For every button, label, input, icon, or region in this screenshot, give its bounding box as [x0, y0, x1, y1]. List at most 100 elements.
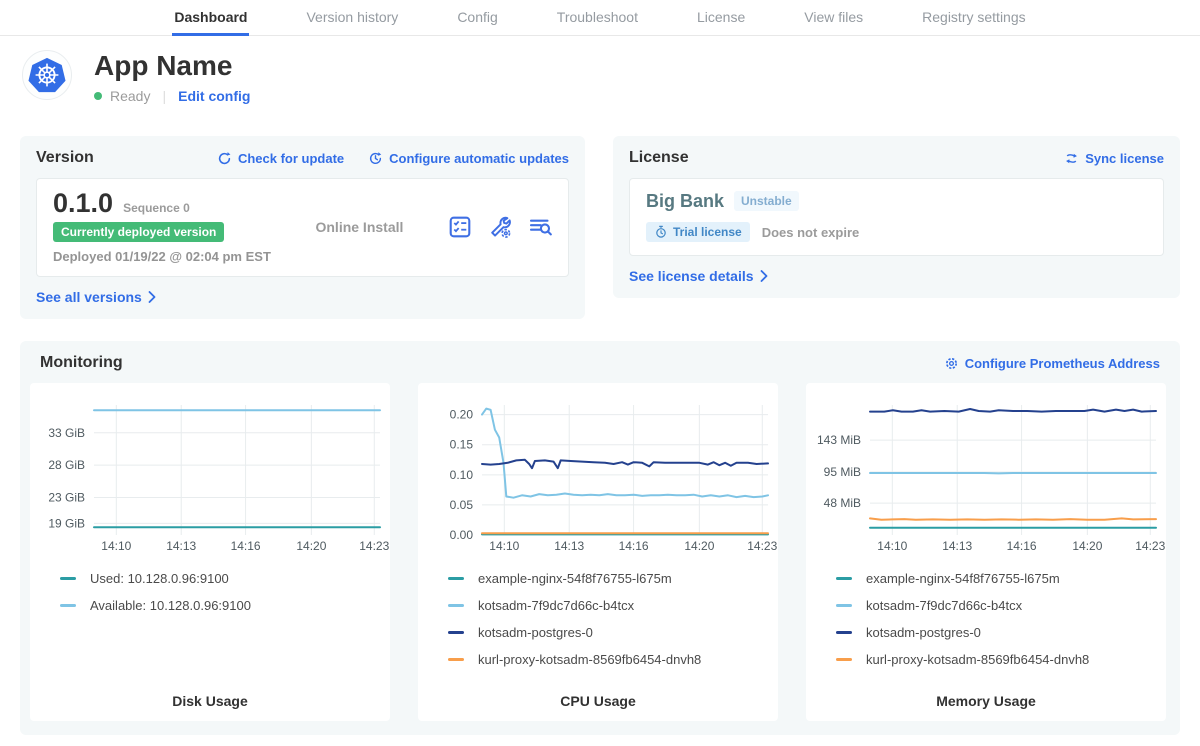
customer-name: Big Bank	[646, 191, 724, 212]
view-logs-icon[interactable]	[528, 215, 552, 239]
divider: |	[158, 88, 170, 104]
svg-text:14:13: 14:13	[554, 539, 584, 553]
edit-config-link[interactable]: Edit config	[178, 88, 250, 104]
svg-text:0.15: 0.15	[450, 438, 474, 452]
stopwatch-icon	[654, 225, 668, 239]
configure-prometheus-link[interactable]: Configure Prometheus Address	[944, 356, 1160, 371]
legend-item: kurl-proxy-kotsadm-8569fb6454-dnvh8	[448, 652, 778, 667]
svg-text:14:23: 14:23	[1135, 539, 1165, 553]
charts-row: 14:1014:1314:1614:2014:2333 GiB28 GiB23 …	[30, 383, 1170, 721]
version-card-header: Version Check for update Configure autom…	[36, 148, 569, 168]
legend-label: example-nginx-54f8f76755-l675m	[866, 571, 1060, 586]
trial-license-badge: Trial license	[646, 222, 750, 242]
legend-swatch-icon	[836, 604, 852, 607]
svg-text:28 GiB: 28 GiB	[48, 458, 85, 472]
legend-swatch-icon	[836, 577, 852, 580]
legend-item: example-nginx-54f8f76755-l675m	[448, 571, 778, 586]
top-nav: Dashboard Version history Config Troublesho…	[0, 0, 1200, 36]
svg-text:33 GiB: 33 GiB	[48, 426, 85, 440]
svg-text:0.20: 0.20	[450, 408, 474, 422]
tab-dashboard[interactable]: Dashboard	[172, 0, 249, 36]
cpu-usage-legend: example-nginx-54f8f76755-l675m kotsadm-7f…	[448, 559, 778, 667]
legend-swatch-icon	[60, 577, 76, 580]
tab-view-files[interactable]: View files	[802, 0, 865, 36]
version-card: Version Check for update Configure autom…	[20, 136, 585, 319]
monitoring-header: Monitoring Configure Prometheus Address	[30, 351, 1170, 373]
app-status-row: Ready | Edit config	[94, 88, 250, 104]
legend-item: kurl-proxy-kotsadm-8569fb6454-dnvh8	[836, 652, 1166, 667]
version-number: 0.1.0	[53, 189, 113, 217]
legend-label: kurl-proxy-kotsadm-8569fb6454-dnvh8	[866, 652, 1089, 667]
chart-title: Disk Usage	[30, 683, 390, 709]
svg-text:14:20: 14:20	[1072, 539, 1102, 553]
version-card-title: Version	[36, 149, 94, 167]
legend-label: kotsadm-postgres-0	[866, 625, 981, 640]
memory-usage-card: 14:1014:1314:1614:2014:23143 MiB95 MiB48…	[806, 383, 1166, 721]
legend-label: example-nginx-54f8f76755-l675m	[478, 571, 672, 586]
legend-item: Used: 10.128.0.96:9100	[60, 571, 390, 586]
see-all-versions-row: See all versions	[36, 289, 569, 307]
sync-license-link[interactable]: Sync license	[1064, 151, 1164, 166]
svg-text:14:20: 14:20	[296, 539, 326, 553]
see-all-versions-link[interactable]: See all versions	[36, 289, 156, 305]
svg-text:19 GiB: 19 GiB	[48, 516, 85, 530]
svg-text:48 MiB: 48 MiB	[824, 496, 861, 510]
legend-swatch-icon	[448, 577, 464, 580]
tab-troubleshoot[interactable]: Troubleshoot	[555, 0, 640, 36]
svg-text:14:10: 14:10	[489, 539, 519, 553]
legend-swatch-icon	[836, 631, 852, 634]
disk-usage-legend: Used: 10.128.0.96:9100 Available: 10.128.…	[60, 559, 390, 613]
app-name: App Name	[94, 50, 250, 82]
legend-item: kotsadm-7f9dc7d66c-b4tcx	[836, 598, 1166, 613]
legend-label: Used: 10.128.0.96:9100	[90, 571, 229, 586]
svg-text:14:16: 14:16	[619, 539, 649, 553]
tab-version-history[interactable]: Version history	[304, 0, 400, 36]
svg-text:14:16: 14:16	[231, 539, 261, 553]
legend-swatch-icon	[448, 658, 464, 661]
install-type-label: Online Install	[315, 219, 403, 235]
svg-text:0.00: 0.00	[450, 528, 474, 542]
legend-label: kotsadm-7f9dc7d66c-b4tcx	[866, 598, 1022, 613]
tab-license[interactable]: License	[695, 0, 747, 36]
disk-usage-card: 14:1014:1314:1614:2014:2333 GiB28 GiB23 …	[30, 383, 390, 721]
chevron-right-icon	[148, 291, 156, 303]
svg-text:14:16: 14:16	[1007, 539, 1037, 553]
legend-swatch-icon	[60, 604, 76, 607]
tab-registry-settings[interactable]: Registry settings	[920, 0, 1027, 36]
config-wrench-icon[interactable]	[488, 215, 512, 239]
chart-title: Memory Usage	[806, 683, 1166, 709]
see-license-details-row: See license details	[629, 268, 1164, 286]
monitoring-section: Monitoring Configure Prometheus Address …	[20, 341, 1180, 735]
monitoring-title: Monitoring	[40, 354, 123, 372]
version-action-icons	[448, 215, 552, 239]
svg-text:95 MiB: 95 MiB	[824, 465, 861, 479]
svg-text:14:10: 14:10	[101, 539, 131, 553]
svg-text:14:13: 14:13	[942, 539, 972, 553]
tab-config[interactable]: Config	[455, 0, 499, 36]
app-header-text: App Name Ready | Edit config	[94, 50, 250, 104]
legend-swatch-icon	[836, 658, 852, 661]
legend-swatch-icon	[448, 604, 464, 607]
disk-usage-chart: 14:1014:1314:1614:2014:2333 GiB28 GiB23 …	[30, 395, 390, 553]
memory-usage-legend: example-nginx-54f8f76755-l675m kotsadm-7f…	[836, 559, 1166, 667]
legend-item: kotsadm-7f9dc7d66c-b4tcx	[448, 598, 778, 613]
legend-item: kotsadm-postgres-0	[448, 625, 778, 640]
license-card-header: License Sync license	[629, 148, 1164, 168]
check-for-update-link[interactable]: Check for update	[217, 151, 344, 166]
app-header: App Name Ready | Edit config	[0, 36, 1200, 114]
version-info: 0.1.0 Sequence 0 Currently deployed vers…	[53, 189, 271, 264]
expiry-text: Does not expire	[762, 225, 860, 240]
legend-item: example-nginx-54f8f76755-l675m	[836, 571, 1166, 586]
admin-console-page: Dashboard Version history Config Troublesho…	[0, 0, 1200, 746]
configure-automatic-updates-link[interactable]: Configure automatic updates	[368, 151, 569, 166]
license-card: License Sync license Big Bank Unstable T…	[613, 136, 1180, 298]
see-license-details-link[interactable]: See license details	[629, 268, 768, 284]
legend-item: Available: 10.128.0.96:9100	[60, 598, 390, 613]
svg-text:14:10: 14:10	[877, 539, 907, 553]
refresh-icon	[217, 151, 232, 166]
legend-label: Available: 10.128.0.96:9100	[90, 598, 251, 613]
preflight-checks-icon[interactable]	[448, 215, 472, 239]
svg-text:0.05: 0.05	[450, 498, 474, 512]
cpu-usage-chart: 14:1014:1314:1614:2014:230.200.150.100.0…	[418, 395, 778, 553]
legend-label: kotsadm-7f9dc7d66c-b4tcx	[478, 598, 634, 613]
